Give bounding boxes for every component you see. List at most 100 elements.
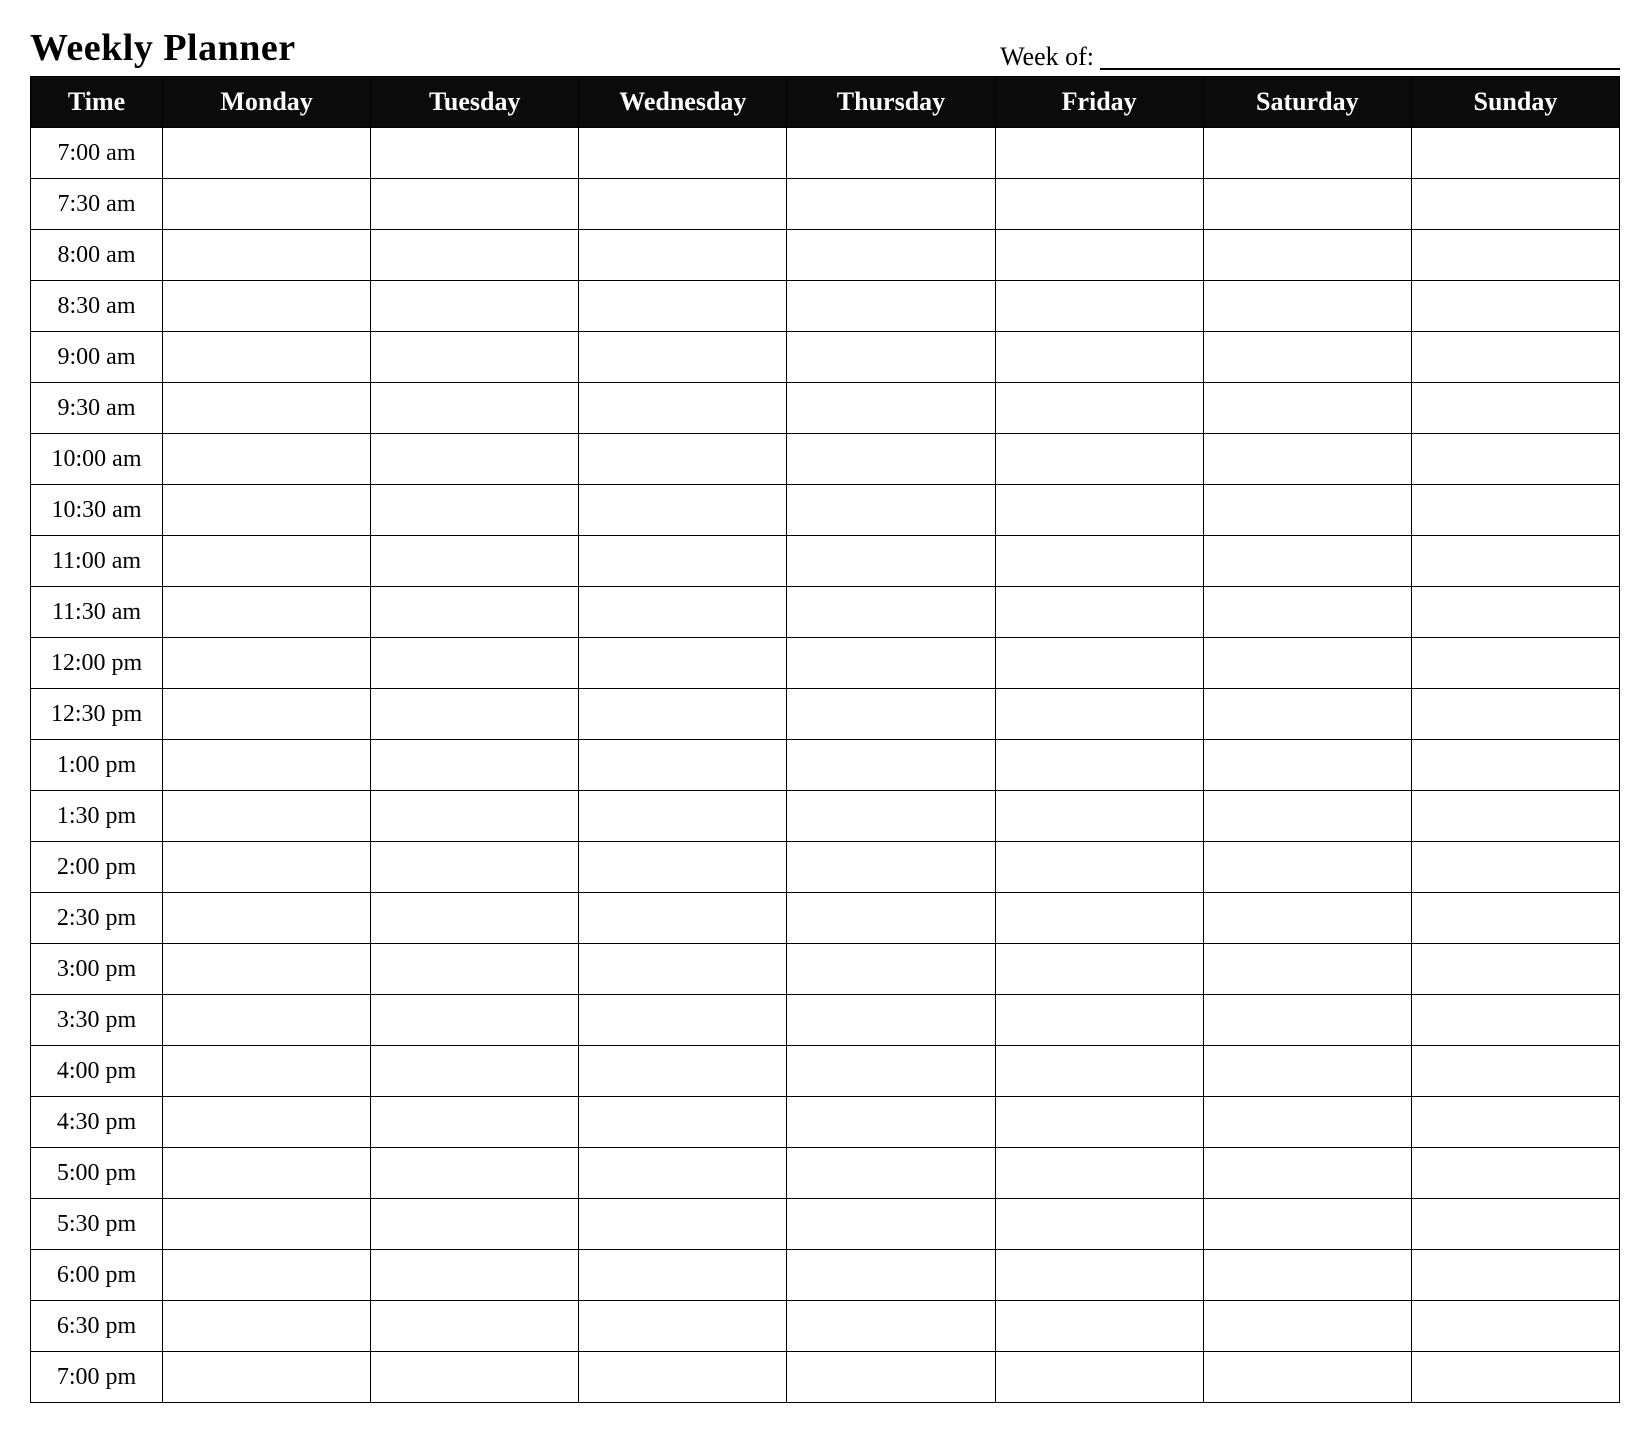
- slot-cell[interactable]: [163, 383, 371, 434]
- slot-cell[interactable]: [1203, 1352, 1411, 1403]
- slot-cell[interactable]: [579, 1301, 787, 1352]
- slot-cell[interactable]: [579, 434, 787, 485]
- slot-cell[interactable]: [371, 587, 579, 638]
- slot-cell[interactable]: [579, 995, 787, 1046]
- slot-cell[interactable]: [1203, 995, 1411, 1046]
- slot-cell[interactable]: [1411, 434, 1619, 485]
- slot-cell[interactable]: [1411, 1301, 1619, 1352]
- slot-cell[interactable]: [787, 638, 995, 689]
- slot-cell[interactable]: [579, 740, 787, 791]
- slot-cell[interactable]: [995, 1301, 1203, 1352]
- slot-cell[interactable]: [1203, 1097, 1411, 1148]
- slot-cell[interactable]: [579, 791, 787, 842]
- slot-cell[interactable]: [1411, 689, 1619, 740]
- slot-cell[interactable]: [1203, 587, 1411, 638]
- slot-cell[interactable]: [1411, 1352, 1619, 1403]
- slot-cell[interactable]: [1411, 944, 1619, 995]
- slot-cell[interactable]: [163, 995, 371, 1046]
- slot-cell[interactable]: [579, 179, 787, 230]
- slot-cell[interactable]: [995, 536, 1203, 587]
- slot-cell[interactable]: [995, 485, 1203, 536]
- slot-cell[interactable]: [787, 128, 995, 179]
- slot-cell[interactable]: [1203, 1046, 1411, 1097]
- slot-cell[interactable]: [995, 383, 1203, 434]
- slot-cell[interactable]: [1411, 995, 1619, 1046]
- slot-cell[interactable]: [579, 383, 787, 434]
- slot-cell[interactable]: [1411, 1199, 1619, 1250]
- slot-cell[interactable]: [579, 893, 787, 944]
- slot-cell[interactable]: [1203, 1199, 1411, 1250]
- slot-cell[interactable]: [1411, 230, 1619, 281]
- slot-cell[interactable]: [579, 485, 787, 536]
- slot-cell[interactable]: [579, 944, 787, 995]
- slot-cell[interactable]: [163, 434, 371, 485]
- slot-cell[interactable]: [1203, 638, 1411, 689]
- slot-cell[interactable]: [371, 791, 579, 842]
- slot-cell[interactable]: [995, 434, 1203, 485]
- slot-cell[interactable]: [995, 791, 1203, 842]
- slot-cell[interactable]: [995, 1199, 1203, 1250]
- slot-cell[interactable]: [371, 1046, 579, 1097]
- slot-cell[interactable]: [787, 1352, 995, 1403]
- slot-cell[interactable]: [995, 332, 1203, 383]
- slot-cell[interactable]: [995, 842, 1203, 893]
- slot-cell[interactable]: [371, 179, 579, 230]
- slot-cell[interactable]: [163, 944, 371, 995]
- slot-cell[interactable]: [1411, 740, 1619, 791]
- slot-cell[interactable]: [579, 1097, 787, 1148]
- slot-cell[interactable]: [579, 587, 787, 638]
- slot-cell[interactable]: [787, 434, 995, 485]
- slot-cell[interactable]: [371, 893, 579, 944]
- slot-cell[interactable]: [371, 689, 579, 740]
- slot-cell[interactable]: [579, 1250, 787, 1301]
- slot-cell[interactable]: [371, 332, 579, 383]
- slot-cell[interactable]: [995, 689, 1203, 740]
- slot-cell[interactable]: [787, 1301, 995, 1352]
- slot-cell[interactable]: [787, 1046, 995, 1097]
- slot-cell[interactable]: [371, 536, 579, 587]
- slot-cell[interactable]: [371, 434, 579, 485]
- slot-cell[interactable]: [371, 281, 579, 332]
- slot-cell[interactable]: [1203, 689, 1411, 740]
- slot-cell[interactable]: [371, 638, 579, 689]
- slot-cell[interactable]: [787, 332, 995, 383]
- slot-cell[interactable]: [163, 791, 371, 842]
- slot-cell[interactable]: [1411, 638, 1619, 689]
- slot-cell[interactable]: [163, 1097, 371, 1148]
- slot-cell[interactable]: [371, 230, 579, 281]
- slot-cell[interactable]: [1203, 332, 1411, 383]
- slot-cell[interactable]: [1411, 1046, 1619, 1097]
- slot-cell[interactable]: [163, 179, 371, 230]
- slot-cell[interactable]: [1411, 281, 1619, 332]
- slot-cell[interactable]: [1203, 1148, 1411, 1199]
- slot-cell[interactable]: [163, 842, 371, 893]
- slot-cell[interactable]: [1411, 791, 1619, 842]
- slot-cell[interactable]: [1411, 536, 1619, 587]
- slot-cell[interactable]: [1411, 332, 1619, 383]
- slot-cell[interactable]: [579, 536, 787, 587]
- slot-cell[interactable]: [995, 230, 1203, 281]
- slot-cell[interactable]: [163, 689, 371, 740]
- slot-cell[interactable]: [371, 128, 579, 179]
- slot-cell[interactable]: [1411, 383, 1619, 434]
- slot-cell[interactable]: [163, 740, 371, 791]
- slot-cell[interactable]: [163, 1046, 371, 1097]
- slot-cell[interactable]: [787, 536, 995, 587]
- slot-cell[interactable]: [995, 1352, 1203, 1403]
- slot-cell[interactable]: [1411, 128, 1619, 179]
- slot-cell[interactable]: [163, 1199, 371, 1250]
- slot-cell[interactable]: [1203, 1301, 1411, 1352]
- slot-cell[interactable]: [787, 1097, 995, 1148]
- slot-cell[interactable]: [995, 1250, 1203, 1301]
- slot-cell[interactable]: [995, 893, 1203, 944]
- slot-cell[interactable]: [787, 179, 995, 230]
- slot-cell[interactable]: [371, 383, 579, 434]
- slot-cell[interactable]: [1203, 944, 1411, 995]
- slot-cell[interactable]: [371, 842, 579, 893]
- slot-cell[interactable]: [163, 485, 371, 536]
- slot-cell[interactable]: [787, 485, 995, 536]
- slot-cell[interactable]: [579, 332, 787, 383]
- slot-cell[interactable]: [163, 230, 371, 281]
- slot-cell[interactable]: [1203, 434, 1411, 485]
- slot-cell[interactable]: [1203, 179, 1411, 230]
